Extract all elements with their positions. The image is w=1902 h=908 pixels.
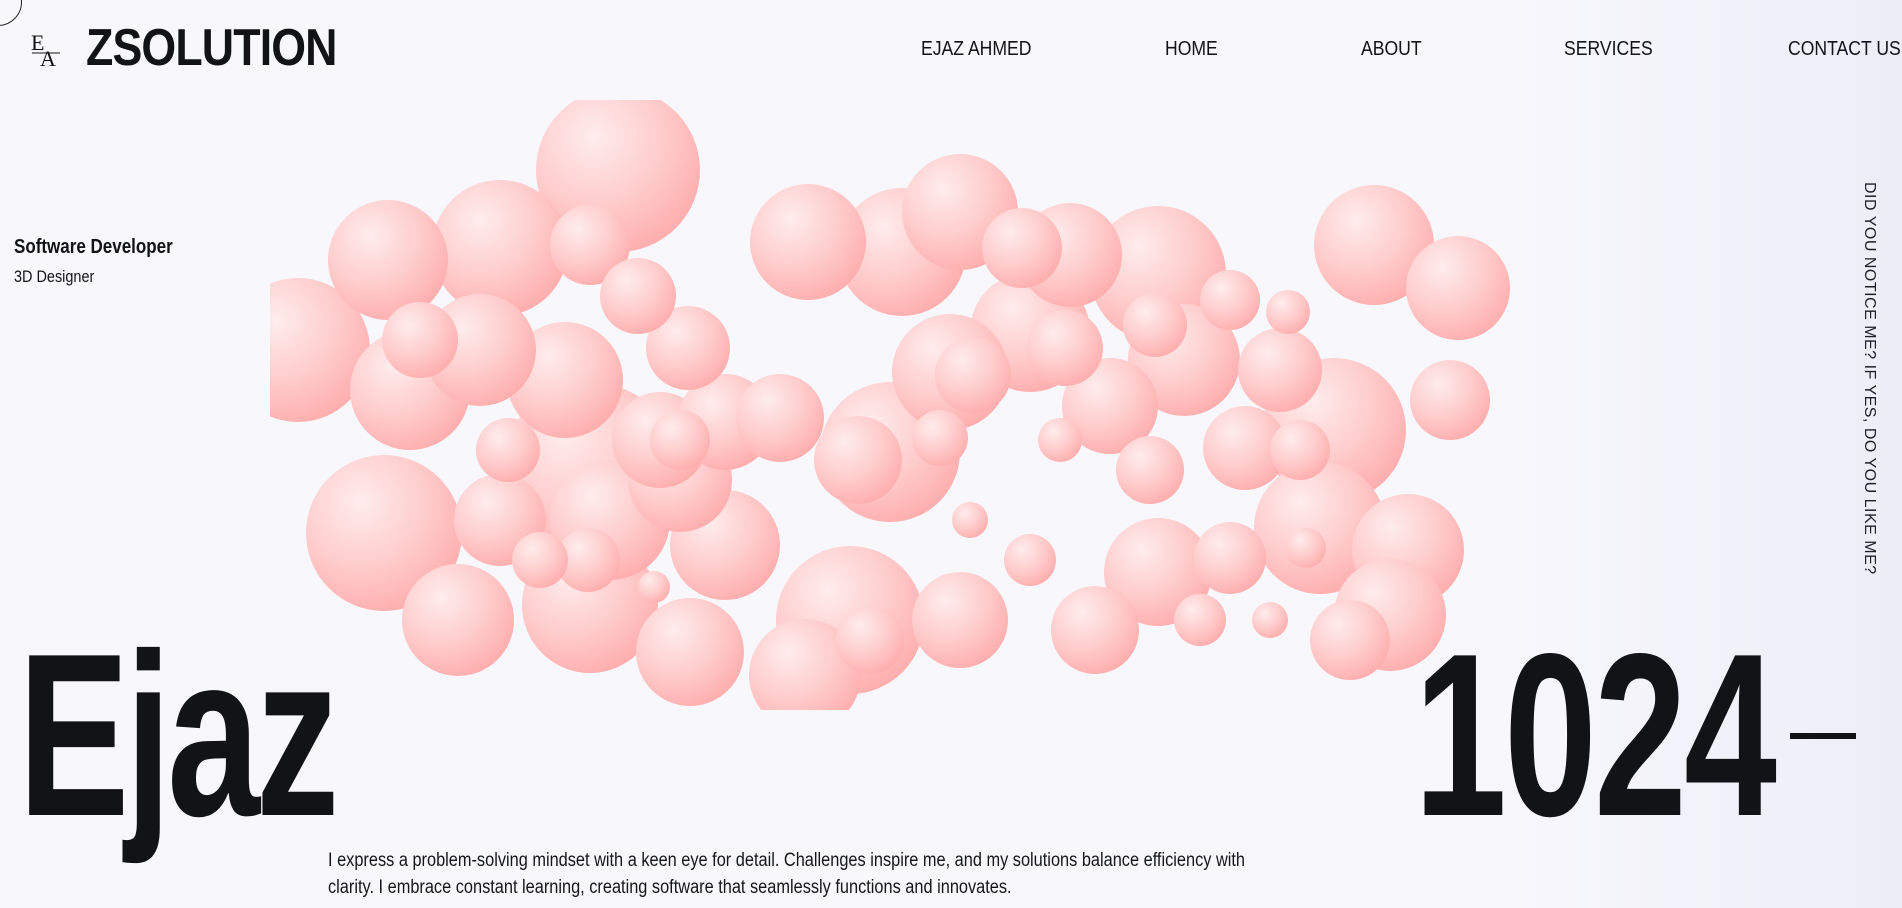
main-nav: EJAZ AHMED HOME ABOUT SERVICES CONTACT U… bbox=[0, 38, 1902, 68]
hero-big-name: Ejaz bbox=[18, 606, 339, 865]
page: E A ZSOLUTION EJAZ AHMED HOME ABOUT SERV… bbox=[0, 0, 1902, 908]
sphere bbox=[1038, 418, 1082, 462]
sphere bbox=[952, 502, 988, 538]
sphere bbox=[1410, 360, 1490, 440]
sphere-group bbox=[270, 100, 1510, 710]
role-title: Software Developer bbox=[14, 236, 173, 258]
sphere bbox=[382, 302, 458, 378]
sphere bbox=[1174, 594, 1226, 646]
sphere bbox=[1286, 528, 1326, 568]
nav-ejaz-ahmed[interactable]: EJAZ AHMED bbox=[921, 38, 1032, 61]
sphere bbox=[836, 606, 904, 674]
nav-services[interactable]: SERVICES bbox=[1564, 38, 1653, 61]
sphere bbox=[1266, 290, 1310, 334]
sphere bbox=[638, 571, 670, 603]
sphere bbox=[982, 208, 1062, 288]
sphere bbox=[512, 532, 568, 588]
nav-home[interactable]: HOME bbox=[1165, 38, 1218, 61]
nav-contact-us[interactable]: CONTACT US bbox=[1788, 38, 1901, 61]
sphere bbox=[1194, 522, 1266, 594]
sphere bbox=[476, 418, 540, 482]
number-dash bbox=[1790, 733, 1856, 739]
nav-about[interactable]: ABOUT bbox=[1361, 38, 1422, 61]
sphere bbox=[432, 180, 568, 316]
role-subtitle: 3D Designer bbox=[14, 267, 95, 286]
sphere bbox=[1116, 436, 1184, 504]
cursor-ring-icon bbox=[0, 0, 22, 26]
sphere bbox=[1027, 310, 1103, 386]
sphere bbox=[912, 572, 1008, 668]
sphere bbox=[750, 184, 866, 300]
hero-big-number: 1024 bbox=[1414, 606, 1777, 865]
sphere bbox=[402, 564, 514, 676]
sphere bbox=[1252, 602, 1288, 638]
sphere bbox=[1200, 270, 1260, 330]
sphere bbox=[328, 200, 448, 320]
sphere bbox=[1123, 293, 1187, 357]
sphere bbox=[600, 258, 676, 334]
sphere bbox=[1051, 586, 1139, 674]
sphere bbox=[636, 598, 744, 706]
hero-bio: I express a problem-solving mindset with… bbox=[328, 850, 1246, 898]
sphere bbox=[1270, 420, 1330, 480]
sphere bbox=[1004, 534, 1056, 586]
sphere bbox=[1238, 328, 1322, 412]
sphere bbox=[736, 374, 824, 462]
side-vertical-text: DID YOU NOTICE ME? IF YES, DO YOU LIKE M… bbox=[1861, 182, 1878, 575]
sphere bbox=[650, 410, 710, 470]
sphere bbox=[814, 416, 902, 504]
sphere bbox=[1406, 236, 1510, 340]
sphere bbox=[935, 337, 1011, 413]
sphere bbox=[1310, 600, 1390, 680]
sphere bbox=[912, 410, 968, 466]
